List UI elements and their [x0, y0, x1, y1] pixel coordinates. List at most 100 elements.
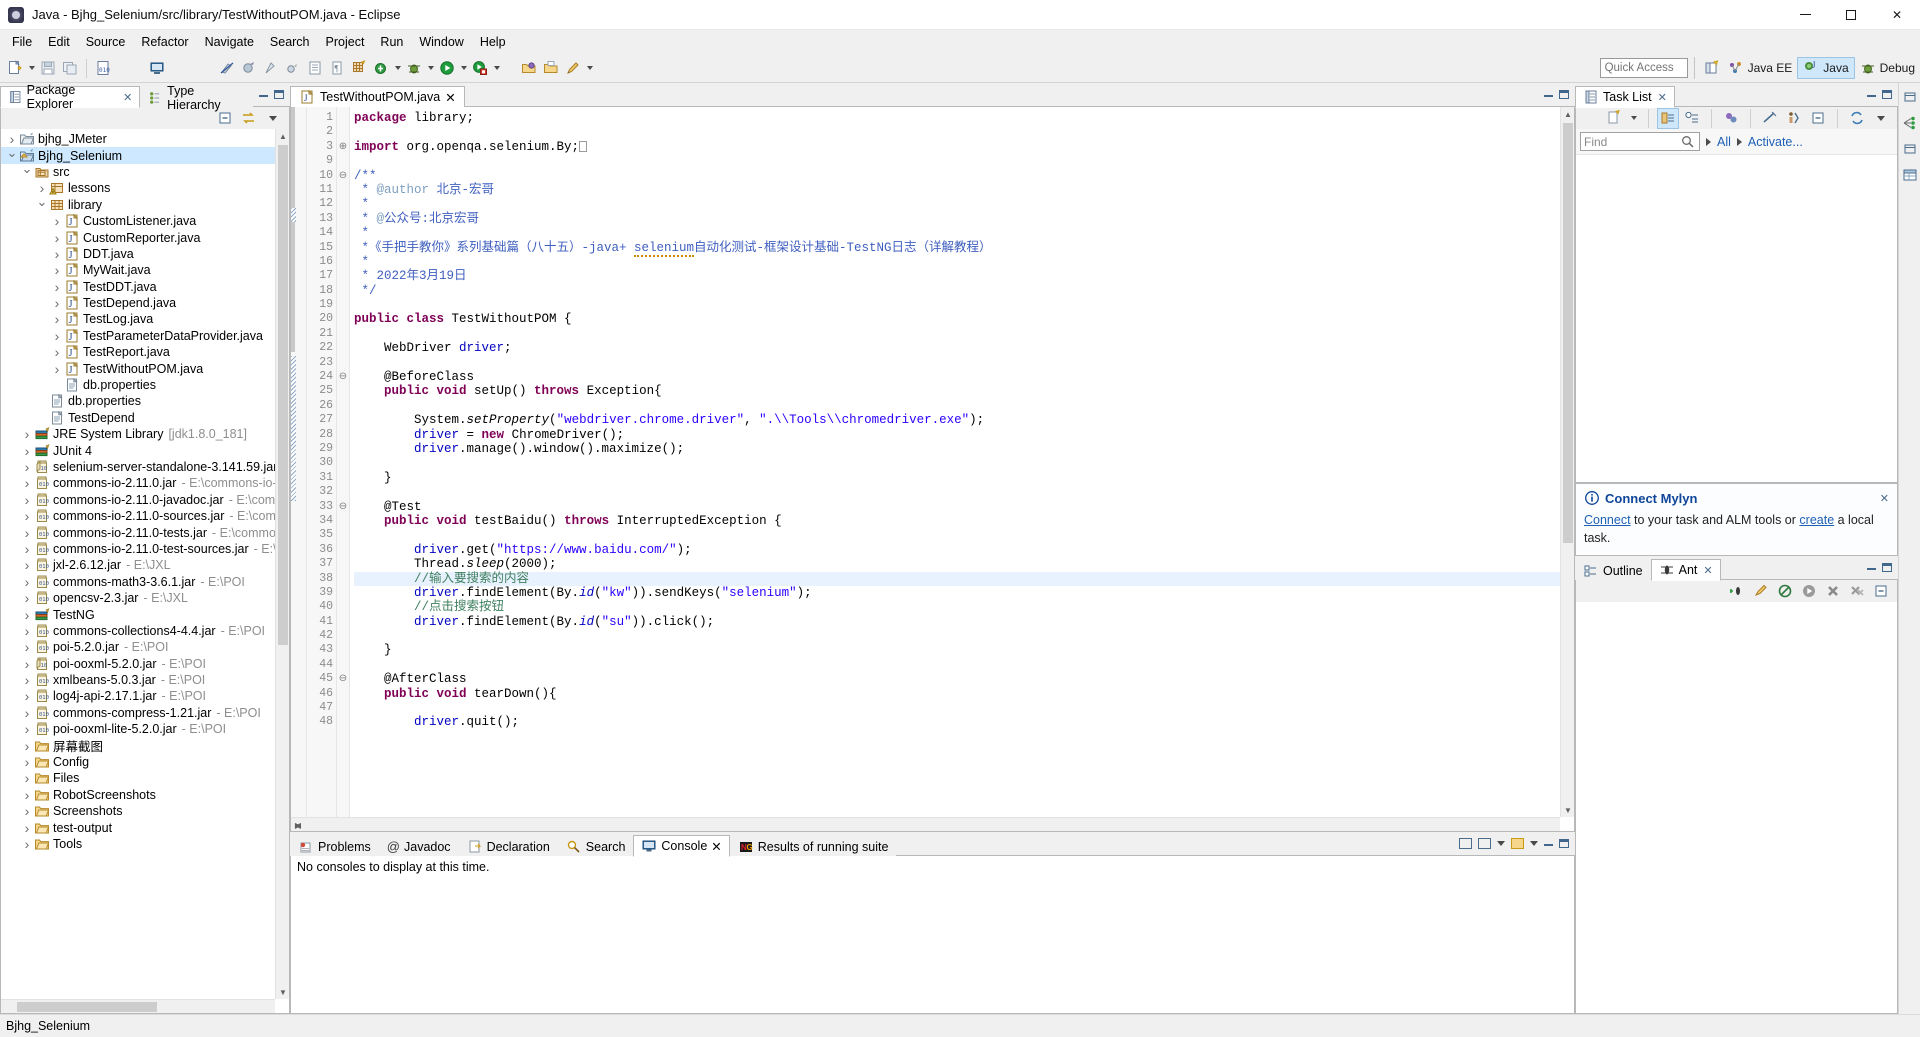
tree-item[interactable]: 010 commons-collections4-4.4.jar - E:\POI — [1, 623, 275, 639]
tab-task-list[interactable]: Task List ✕ — [1575, 86, 1675, 108]
tree-item[interactable]: J MyWait.java — [1, 262, 275, 278]
code-line[interactable]: driver.findElement(By.id("su")).click(); — [354, 615, 1574, 629]
focus-on-active-task-button[interactable] — [1784, 109, 1804, 128]
minimize-button[interactable] — [1782, 0, 1828, 30]
debug-dropdown-arrow[interactable] — [425, 57, 436, 79]
skip-breakpoints-button[interactable] — [238, 57, 260, 79]
run-external-tools-button[interactable] — [469, 57, 491, 79]
scheduled-presentation-button[interactable] — [1682, 109, 1702, 128]
tab-search[interactable]: Search — [558, 835, 634, 857]
tree-item[interactable]: bjhg_JMeter — [1, 131, 275, 147]
code-line[interactable]: driver.get("https://www.baidu.com/"); — [354, 543, 1574, 557]
maximize-view-icon[interactable] — [1882, 89, 1892, 99]
chevron-right-icon[interactable] — [50, 249, 64, 259]
code-line[interactable]: } — [354, 643, 1574, 657]
chevron-right-icon[interactable] — [20, 724, 34, 734]
tree-item[interactable]: 010 commons-compress-1.21.jar - E:\POI — [1, 705, 275, 721]
mylyn-create-link[interactable]: create — [1799, 513, 1834, 527]
tree-item[interactable]: JRE System Library [jdk1.8.0_181] — [1, 426, 275, 442]
fold-expand-icon[interactable]: ⊕ — [337, 140, 349, 154]
edit-pencil-button[interactable] — [562, 57, 584, 79]
tree-item[interactable]: J TestDepend.java — [1, 295, 275, 311]
tab-problems[interactable]: Problems — [290, 835, 379, 857]
tree-item[interactable]: Screenshots — [1, 803, 275, 819]
code-line[interactable] — [354, 298, 1574, 312]
maximize-view-icon[interactable] — [1882, 562, 1892, 572]
save-all-button[interactable] — [59, 57, 81, 79]
new-wizard-green-button[interactable] — [370, 57, 392, 79]
ant-fastview-icon[interactable] — [1900, 165, 1920, 184]
menu-search[interactable]: Search — [262, 32, 318, 52]
minimize-view-icon[interactable] — [1867, 91, 1876, 97]
perspective-java[interactable]: J Java — [1797, 57, 1855, 79]
tree-item[interactable]: TestDepend — [1, 410, 275, 426]
code-line[interactable]: */ — [354, 284, 1574, 298]
open-perspective-button[interactable] — [1701, 57, 1723, 79]
task-list-fastview-icon[interactable] — [1900, 113, 1920, 132]
run-button[interactable] — [436, 57, 458, 79]
tree-item[interactable]: J TestParameterDataProvider.java — [1, 328, 275, 344]
tree-item[interactable]: 010 commons-io-2.11.0-javadoc.jar - E:\com… — [1, 492, 275, 508]
restore-icon[interactable] — [1900, 87, 1920, 106]
activate-task-link[interactable]: Activate... — [1748, 135, 1803, 149]
new-class-button[interactable] — [282, 57, 304, 79]
paragraph-marks-button[interactable]: ¶ — [326, 57, 348, 79]
remove-buildfile-button[interactable] — [1823, 582, 1843, 601]
tab-outline[interactable]: Outline — [1575, 559, 1651, 581]
tree-item[interactable]: 010 commons-io-2.11.0-test-sources.jar - E… — [1, 541, 275, 557]
code-line[interactable] — [354, 356, 1574, 370]
new-wizard-dropdown-arrow[interactable] — [392, 57, 403, 79]
mylyn-connect-link[interactable]: Connect — [1584, 513, 1631, 527]
maximize-button[interactable] — [1828, 0, 1874, 30]
code-line[interactable] — [354, 399, 1574, 413]
tree-item[interactable]: 010 opencsv-2.3.jar - E:\JXL — [1, 590, 275, 606]
chevron-right-icon[interactable] — [50, 314, 64, 324]
code-line[interactable] — [354, 701, 1574, 715]
chevron-right-icon[interactable] — [20, 511, 34, 521]
tree-horizontal-scrollbar[interactable] — [1, 999, 275, 1013]
fold-collapse-icon[interactable]: ⊖ — [337, 500, 349, 514]
tree-item[interactable]: 010 log4j-api-2.17.1.jar - E:\POI — [1, 688, 275, 704]
hide-internal-targets-button[interactable] — [1775, 582, 1795, 601]
open-task-button[interactable] — [146, 57, 168, 79]
tree-item[interactable]: J TestReport.java — [1, 344, 275, 360]
collapse-all-tasks-button[interactable] — [1760, 109, 1780, 128]
tree-item[interactable]: TestNG — [1, 606, 275, 622]
editor-source-code[interactable]: package library; import org.openqa.selen… — [350, 107, 1574, 831]
project-tree[interactable]: bjhg_JMeterBjhg_Seleniumsrc lessonslibrar… — [1, 129, 275, 999]
toggle-mark-occurrences-button[interactable] — [216, 57, 238, 79]
new-dropdown-arrow[interactable] — [26, 57, 37, 79]
chevron-right-icon[interactable] — [20, 528, 34, 538]
chevron-right-icon[interactable] — [5, 134, 19, 144]
menu-navigate[interactable]: Navigate — [197, 32, 262, 52]
run-dropdown-arrow[interactable] — [458, 57, 469, 79]
menu-help[interactable]: Help — [472, 32, 514, 52]
code-line[interactable]: WebDriver driver; — [354, 341, 1574, 355]
maximize-panel-icon[interactable] — [1559, 838, 1569, 848]
filter-expand-icon[interactable] — [1706, 137, 1711, 146]
code-line[interactable]: driver.manage().window().maximize(); — [354, 442, 1574, 456]
code-line[interactable]: driver.findElement(By.id("kw")).sendKeys… — [354, 586, 1574, 600]
minimize-panel-icon[interactable] — [1544, 840, 1553, 846]
tree-item[interactable]: J CustomListener.java — [1, 213, 275, 229]
editor-vscroll-thumb[interactable] — [1563, 123, 1573, 543]
categorized-presentation-button[interactable] — [1657, 107, 1679, 129]
close-icon[interactable]: ✕ — [1703, 564, 1712, 577]
filter-all-link[interactable]: All — [1717, 135, 1731, 149]
chevron-right-icon[interactable] — [50, 233, 64, 243]
tree-item[interactable]: db.properties — [1, 377, 275, 393]
code-line[interactable]: System.setProperty("webdriver.chrome.dri… — [354, 413, 1574, 427]
chevron-right-icon[interactable] — [20, 593, 34, 603]
code-line[interactable]: } — [354, 471, 1574, 485]
tree-item[interactable]: J CustomReporter.java — [1, 229, 275, 245]
editor-annotation-gutter[interactable] — [291, 107, 307, 831]
close-icon[interactable]: ✕ — [1658, 91, 1667, 104]
tree-item[interactable]: 屏幕截图 — [1, 737, 275, 754]
tab-declaration[interactable]: Declaration — [459, 835, 558, 857]
refresh-buildfiles-button[interactable] — [1751, 582, 1771, 601]
menu-source[interactable]: Source — [78, 32, 134, 52]
remove-all-buildfiles-button[interactable] — [1847, 582, 1867, 601]
chevron-right-icon[interactable] — [20, 560, 34, 570]
chevron-right-icon[interactable] — [50, 282, 64, 292]
tree-item[interactable]: J TestDDT.java — [1, 279, 275, 295]
